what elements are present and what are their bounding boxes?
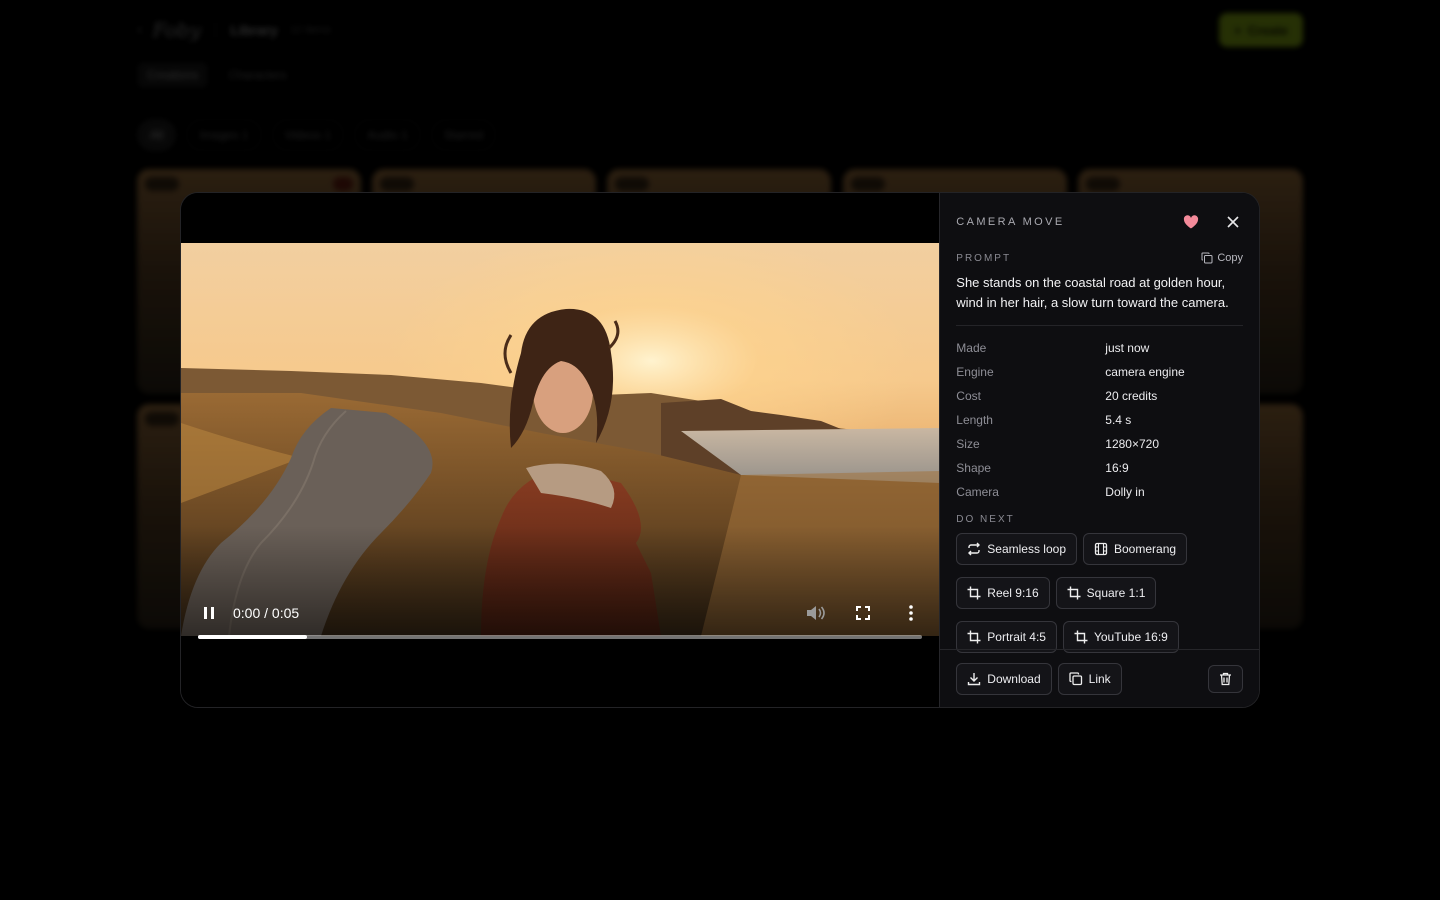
- meta-key: Cost: [956, 389, 981, 403]
- prompt-label: PROMPT: [956, 252, 1012, 264]
- boomerang-button[interactable]: Boomerang: [1083, 533, 1188, 565]
- prompt-text: She stands on the coastal road at golden…: [956, 275, 1229, 310]
- action-label: YouTube 16:9: [1093, 630, 1168, 644]
- action-label: Portrait 4:5: [987, 630, 1046, 644]
- do-next-label: DO NEXT: [956, 514, 1015, 525]
- square-1-1-button[interactable]: Square 1:1: [1055, 577, 1157, 609]
- action-label: Boomerang: [1114, 542, 1177, 556]
- copy-icon: [1201, 252, 1213, 264]
- meta-key: Camera: [956, 485, 999, 499]
- download-icon: [968, 672, 981, 685]
- seamless-loop-button[interactable]: Seamless loop: [956, 533, 1077, 565]
- meta-value: 16:9: [1105, 461, 1129, 475]
- heart-icon[interactable]: [1181, 212, 1201, 232]
- video-frame[interactable]: [181, 243, 940, 636]
- meta-value: 5.4 s: [1105, 413, 1132, 427]
- more-vertical-icon[interactable]: [899, 601, 923, 625]
- crop-icon: [1074, 630, 1088, 644]
- progress-fill: [198, 635, 307, 639]
- action-label: Seamless loop: [987, 542, 1066, 556]
- meta-key: Made: [956, 341, 987, 355]
- meta-value: 1280×720: [1105, 437, 1160, 451]
- meta-value: Dolly in: [1105, 485, 1145, 499]
- volume-icon[interactable]: [803, 601, 827, 625]
- details-footer: Download Link: [940, 649, 1259, 707]
- link-button[interactable]: Link: [1057, 662, 1122, 695]
- reel-9-16-button[interactable]: Reel 9:16: [956, 577, 1050, 609]
- player-controls: 0:00 / 0:05: [197, 593, 923, 633]
- copy-prompt-button[interactable]: Copy: [1201, 252, 1243, 264]
- delete-button[interactable]: [1208, 664, 1243, 693]
- action-label: Square 1:1: [1086, 586, 1146, 600]
- divider: [956, 325, 1243, 326]
- download-button[interactable]: Download: [956, 662, 1052, 695]
- meta-key: Shape: [956, 461, 991, 475]
- crop-icon: [967, 586, 981, 600]
- prompt-label-row: PROMPT Copy: [956, 251, 1243, 265]
- fullscreen-icon[interactable]: [851, 601, 875, 625]
- pause-icon[interactable]: [197, 601, 221, 625]
- details-panel: CAMERA MOVE PROMPT Copy She stands on th…: [939, 193, 1259, 707]
- metadata-list: Made just now Engine camera engine Cost 20 …: [956, 336, 1243, 504]
- meta-value: 20 credits: [1105, 389, 1158, 403]
- meta-key: Size: [956, 437, 980, 451]
- media-detail-modal: 0:00 / 0:05 CAMERA MOVE PROMPT Copy She …: [180, 192, 1260, 708]
- loop-icon: [968, 542, 981, 556]
- crop-icon: [967, 630, 981, 644]
- action-label: Reel 9:16: [987, 586, 1039, 600]
- do-next-actions: Seamless loop Boomerang Reel 9:16 Square…: [956, 533, 1243, 653]
- video-player[interactable]: 0:00 / 0:05: [181, 193, 940, 707]
- meta-value: just now: [1105, 341, 1150, 355]
- copy-link-icon: [1069, 671, 1082, 685]
- meta-key: Engine: [956, 365, 994, 379]
- progress-bar[interactable]: [198, 635, 923, 639]
- crop-icon: [1067, 586, 1081, 600]
- trash-icon: [1220, 672, 1231, 685]
- meta-key: Length: [956, 413, 993, 427]
- link-label: Link: [1088, 671, 1111, 686]
- meta-value: camera engine: [1105, 365, 1185, 379]
- download-label: Download: [987, 671, 1041, 686]
- playback-time: 0:00 / 0:05: [233, 605, 300, 621]
- copy-label: Copy: [1217, 252, 1243, 264]
- film-icon: [1094, 542, 1108, 556]
- details-header: CAMERA MOVE: [956, 193, 1243, 251]
- close-icon[interactable]: [1223, 212, 1243, 232]
- panel-title: CAMERA MOVE: [956, 216, 1065, 228]
